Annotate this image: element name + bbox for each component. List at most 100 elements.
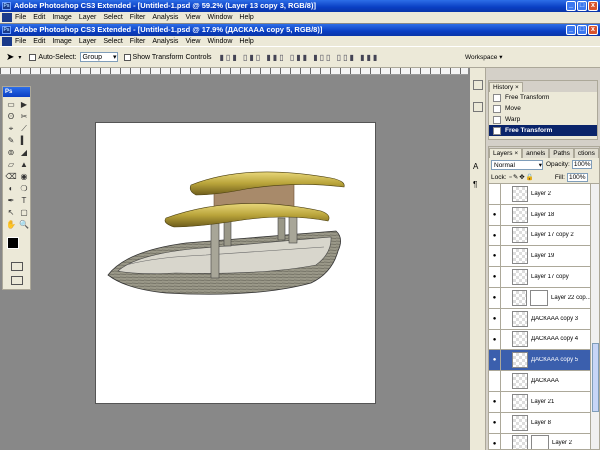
menu-analysis[interactable]: Analysis [152,14,178,21]
tool-button-2[interactable]: ʘ [5,111,17,122]
visibility-eye-icon[interactable]: ● [489,308,501,329]
tool-button-15[interactable]: ❍ [18,183,30,194]
tab-2[interactable]: Paths [549,148,574,158]
menu-image[interactable]: Image [52,38,71,45]
menu-view[interactable]: View [185,38,200,45]
visibility-eye-icon[interactable]: ● [489,391,501,412]
tool-button-16[interactable]: ✒ [5,195,17,206]
tool-button-10[interactable]: ▱ [5,159,17,170]
visibility-eye-icon[interactable]: ● [489,350,501,371]
layer-row[interactable]: ● ДАСКААА copy 4 [489,329,590,351]
blend-mode-dropdown[interactable]: Normal ▾ [491,159,543,170]
layer-row[interactable]: ● Layer 18 [489,204,590,226]
fill-field[interactable]: 100% [566,172,588,182]
opacity-field[interactable]: 100% [571,160,593,169]
paragraph-panel-icon[interactable]: ¶ [473,180,483,190]
character-panel-icon[interactable]: A [473,162,483,172]
history-panel-icon[interactable] [473,102,483,112]
menu-select[interactable]: Select [103,38,122,45]
move-tool-icon[interactable]: ➤ [6,52,14,63]
menu-file[interactable]: File [15,14,26,21]
tool-button-14[interactable]: ◐ [5,183,17,194]
tool-button-21[interactable]: 🔍 [18,219,30,230]
menu-filter[interactable]: Filter [130,14,146,21]
layer-row[interactable]: ● Layer 2 [489,433,590,449]
menu-view[interactable]: View [185,14,200,21]
document-canvas[interactable] [95,122,376,404]
maximize-button[interactable]: □ [577,1,587,11]
menu-window[interactable]: Window [207,38,232,45]
history-item[interactable]: Free Transform [489,92,597,103]
layer-row[interactable]: ● Layer 22 cop... [489,287,590,309]
tool-button-20[interactable]: ✋ [5,219,17,230]
menu-window[interactable]: Window [207,14,232,21]
history-item[interactable]: Move [489,103,597,114]
layer-row[interactable]: ● Layer 19 [489,246,590,268]
visibility-eye-icon[interactable]: ● [489,433,501,449]
photoshop-doc-menu-icon[interactable] [2,37,12,46]
visibility-eye-icon[interactable]: ● [489,329,501,350]
quick-mask-icon[interactable] [11,262,23,271]
layer-row[interactable]: ● Layer 8 [489,412,590,434]
visibility-eye-icon[interactable]: ● [489,246,501,267]
tool-button-17[interactable]: T [18,195,30,206]
visibility-eye-icon[interactable]: ● [489,225,501,246]
tool-button-8[interactable]: ⊚ [5,147,17,158]
menu-help[interactable]: Help [239,14,253,21]
minimize-button[interactable]: _ [566,1,576,11]
foreground-color-swatch[interactable] [7,237,19,249]
workspace-button[interactable]: Workspace ▾ [465,53,502,61]
tab-history[interactable]: History × [489,82,523,92]
menu-file[interactable]: File [15,38,26,45]
tool-preset-dropdown-icon[interactable]: ▾ [18,54,21,61]
tool-button-9[interactable]: ◢ [18,147,30,158]
tool-button-19[interactable]: ▢ [18,207,30,218]
menu-layer[interactable]: Layer [79,14,97,21]
photoshop-menu-icon[interactable] [2,13,12,22]
layer-row[interactable]: ● Layer 17 copy [489,267,590,288]
layers-scrollbar[interactable] [590,184,599,449]
menu-analysis[interactable]: Analysis [152,38,178,45]
tool-button-11[interactable]: ▲ [18,159,30,170]
layer-row[interactable]: ДАСКААА [489,371,590,392]
layer-mask-thumbnail[interactable] [531,435,549,449]
tab-1[interactable]: annels [522,148,550,158]
menu-edit[interactable]: Edit [33,38,45,45]
visibility-eye-icon[interactable]: ● [489,412,501,433]
tool-button-5[interactable]: ⟋ [18,123,30,134]
history-item[interactable]: Warp [489,114,597,125]
tab-3[interactable]: ctions [573,148,599,158]
layers-scroll-thumb[interactable] [592,343,599,412]
visibility-eye-icon[interactable]: ● [489,204,501,225]
tool-button-4[interactable]: ⌖ [5,123,17,134]
menu-filter[interactable]: Filter [130,38,146,45]
layer-row[interactable]: ● ДАСКААА copy 3 [489,308,590,330]
visibility-eye-icon[interactable] [489,184,501,204]
layer-row[interactable]: Layer 2 [489,184,590,205]
menu-select[interactable]: Select [103,14,122,21]
layer-row[interactable]: ● Layer 21 [489,391,590,413]
menu-help[interactable]: Help [239,38,253,45]
lock-icons[interactable]: ▫✎✥🔒 [510,173,535,181]
tool-button-7[interactable]: ▍ [18,135,30,146]
tool-button-12[interactable]: ⌫ [5,171,17,182]
tool-button-1[interactable]: ▶ [18,99,30,110]
tab-0[interactable]: Layers × [489,148,523,158]
menu-layer[interactable]: Layer [79,38,97,45]
brush-panel-icon[interactable] [473,80,483,90]
align-buttons[interactable]: ▮▯▮ ▯▮▯ ▮▮▯ ▯▮▮ ▮▯▯ ▯▯▮ ▮▮▮ [220,53,380,62]
tool-button-13[interactable]: ◉ [18,171,30,182]
doc-maximize-button[interactable]: □ [577,25,587,35]
visibility-eye-icon[interactable] [489,371,501,391]
tool-button-3[interactable]: ✂ [18,111,30,122]
menu-image[interactable]: Image [52,14,71,21]
screen-mode-icon[interactable] [11,276,23,285]
tool-button-6[interactable]: ✎ [5,135,17,146]
tool-button-0[interactable]: ▭ [5,99,17,110]
layer-row[interactable]: ● Layer 17 copy 2 [489,225,590,247]
tool-button-18[interactable]: ↖ [5,207,17,218]
close-button[interactable]: x [588,1,598,11]
layer-row[interactable]: ● ДАСКААА copy 5 [489,350,590,372]
menu-edit[interactable]: Edit [33,14,45,21]
history-item[interactable]: Free Transform [489,125,597,136]
